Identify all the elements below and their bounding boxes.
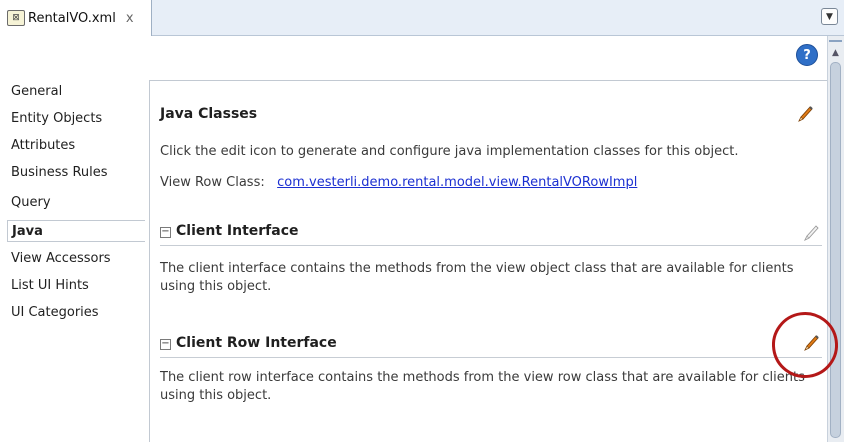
client-interface-header[interactable]: − Client Interface (160, 223, 299, 239)
java-classes-description: Click the edit icon to generate and conf… (160, 144, 739, 159)
xml-file-icon: ⊠ (7, 10, 25, 26)
editor-tab-bar: ⊠ RentalVO.xml x ▼ (0, 0, 844, 36)
nav-item-list-ui-hints[interactable]: List UI Hints (11, 275, 89, 297)
nav-item-java[interactable]: Java (7, 220, 145, 242)
client-interface-description: The client interface contains the method… (160, 260, 794, 296)
nav-item-ui-categories[interactable]: UI Categories (11, 302, 99, 324)
client-interface-title: Client Interface (176, 223, 299, 239)
java-classes-title: Java Classes (160, 106, 258, 122)
client-interface-divider (160, 245, 822, 246)
overview-nav: General Entity Objects Attributes Busine… (0, 71, 149, 442)
nav-item-query[interactable]: Query (11, 192, 51, 214)
help-button[interactable]: ? (796, 44, 818, 66)
vertical-scrollbar[interactable]: ▲ (827, 36, 844, 442)
edit-client-interface-pencil-icon[interactable] (800, 222, 822, 244)
scroll-up-arrow-icon[interactable]: ▲ (829, 48, 842, 62)
nav-item-attributes[interactable]: Attributes (11, 135, 75, 157)
view-row-class-link[interactable]: com.vesterli.demo.rental.model.view.Rent… (277, 175, 637, 190)
client-row-interface-description-line1: The client row interface contains the me… (160, 370, 805, 385)
client-interface-description-line2: using this object. (160, 279, 272, 294)
client-row-interface-description-line2: using this object. (160, 388, 272, 403)
collapse-client-row-interface-icon[interactable]: − (160, 339, 171, 350)
view-row-class-label: View Row Class: (160, 175, 265, 190)
collapse-client-interface-icon[interactable]: − (160, 227, 171, 238)
client-row-interface-header[interactable]: − Client Row Interface (160, 335, 337, 351)
java-content-panel: Java Classes Click the edit icon to gene… (149, 80, 827, 442)
client-row-interface-divider (160, 357, 822, 358)
scroll-grip (829, 40, 842, 44)
nav-item-business-rules[interactable]: Business Rules (11, 162, 108, 184)
nav-item-general[interactable]: General (11, 81, 62, 103)
client-row-interface-description: The client row interface contains the me… (160, 369, 805, 405)
editor-tab-rentalvo[interactable]: ⊠ RentalVO.xml x (0, 0, 152, 36)
tab-label: RentalVO.xml (28, 10, 116, 26)
nav-item-view-accessors[interactable]: View Accessors (11, 248, 111, 270)
client-interface-description-line1: The client interface contains the method… (160, 261, 794, 276)
edit-java-classes-pencil-icon[interactable] (794, 103, 816, 125)
nav-item-entity-objects[interactable]: Entity Objects (11, 108, 102, 130)
tab-close-button[interactable]: x (126, 11, 134, 26)
client-row-interface-title: Client Row Interface (176, 335, 337, 351)
chevron-down-icon[interactable]: ▼ (821, 8, 838, 25)
view-row-class-row: View Row Class: com.vesterli.demo.rental… (160, 174, 637, 192)
scroll-thumb[interactable] (830, 62, 841, 438)
